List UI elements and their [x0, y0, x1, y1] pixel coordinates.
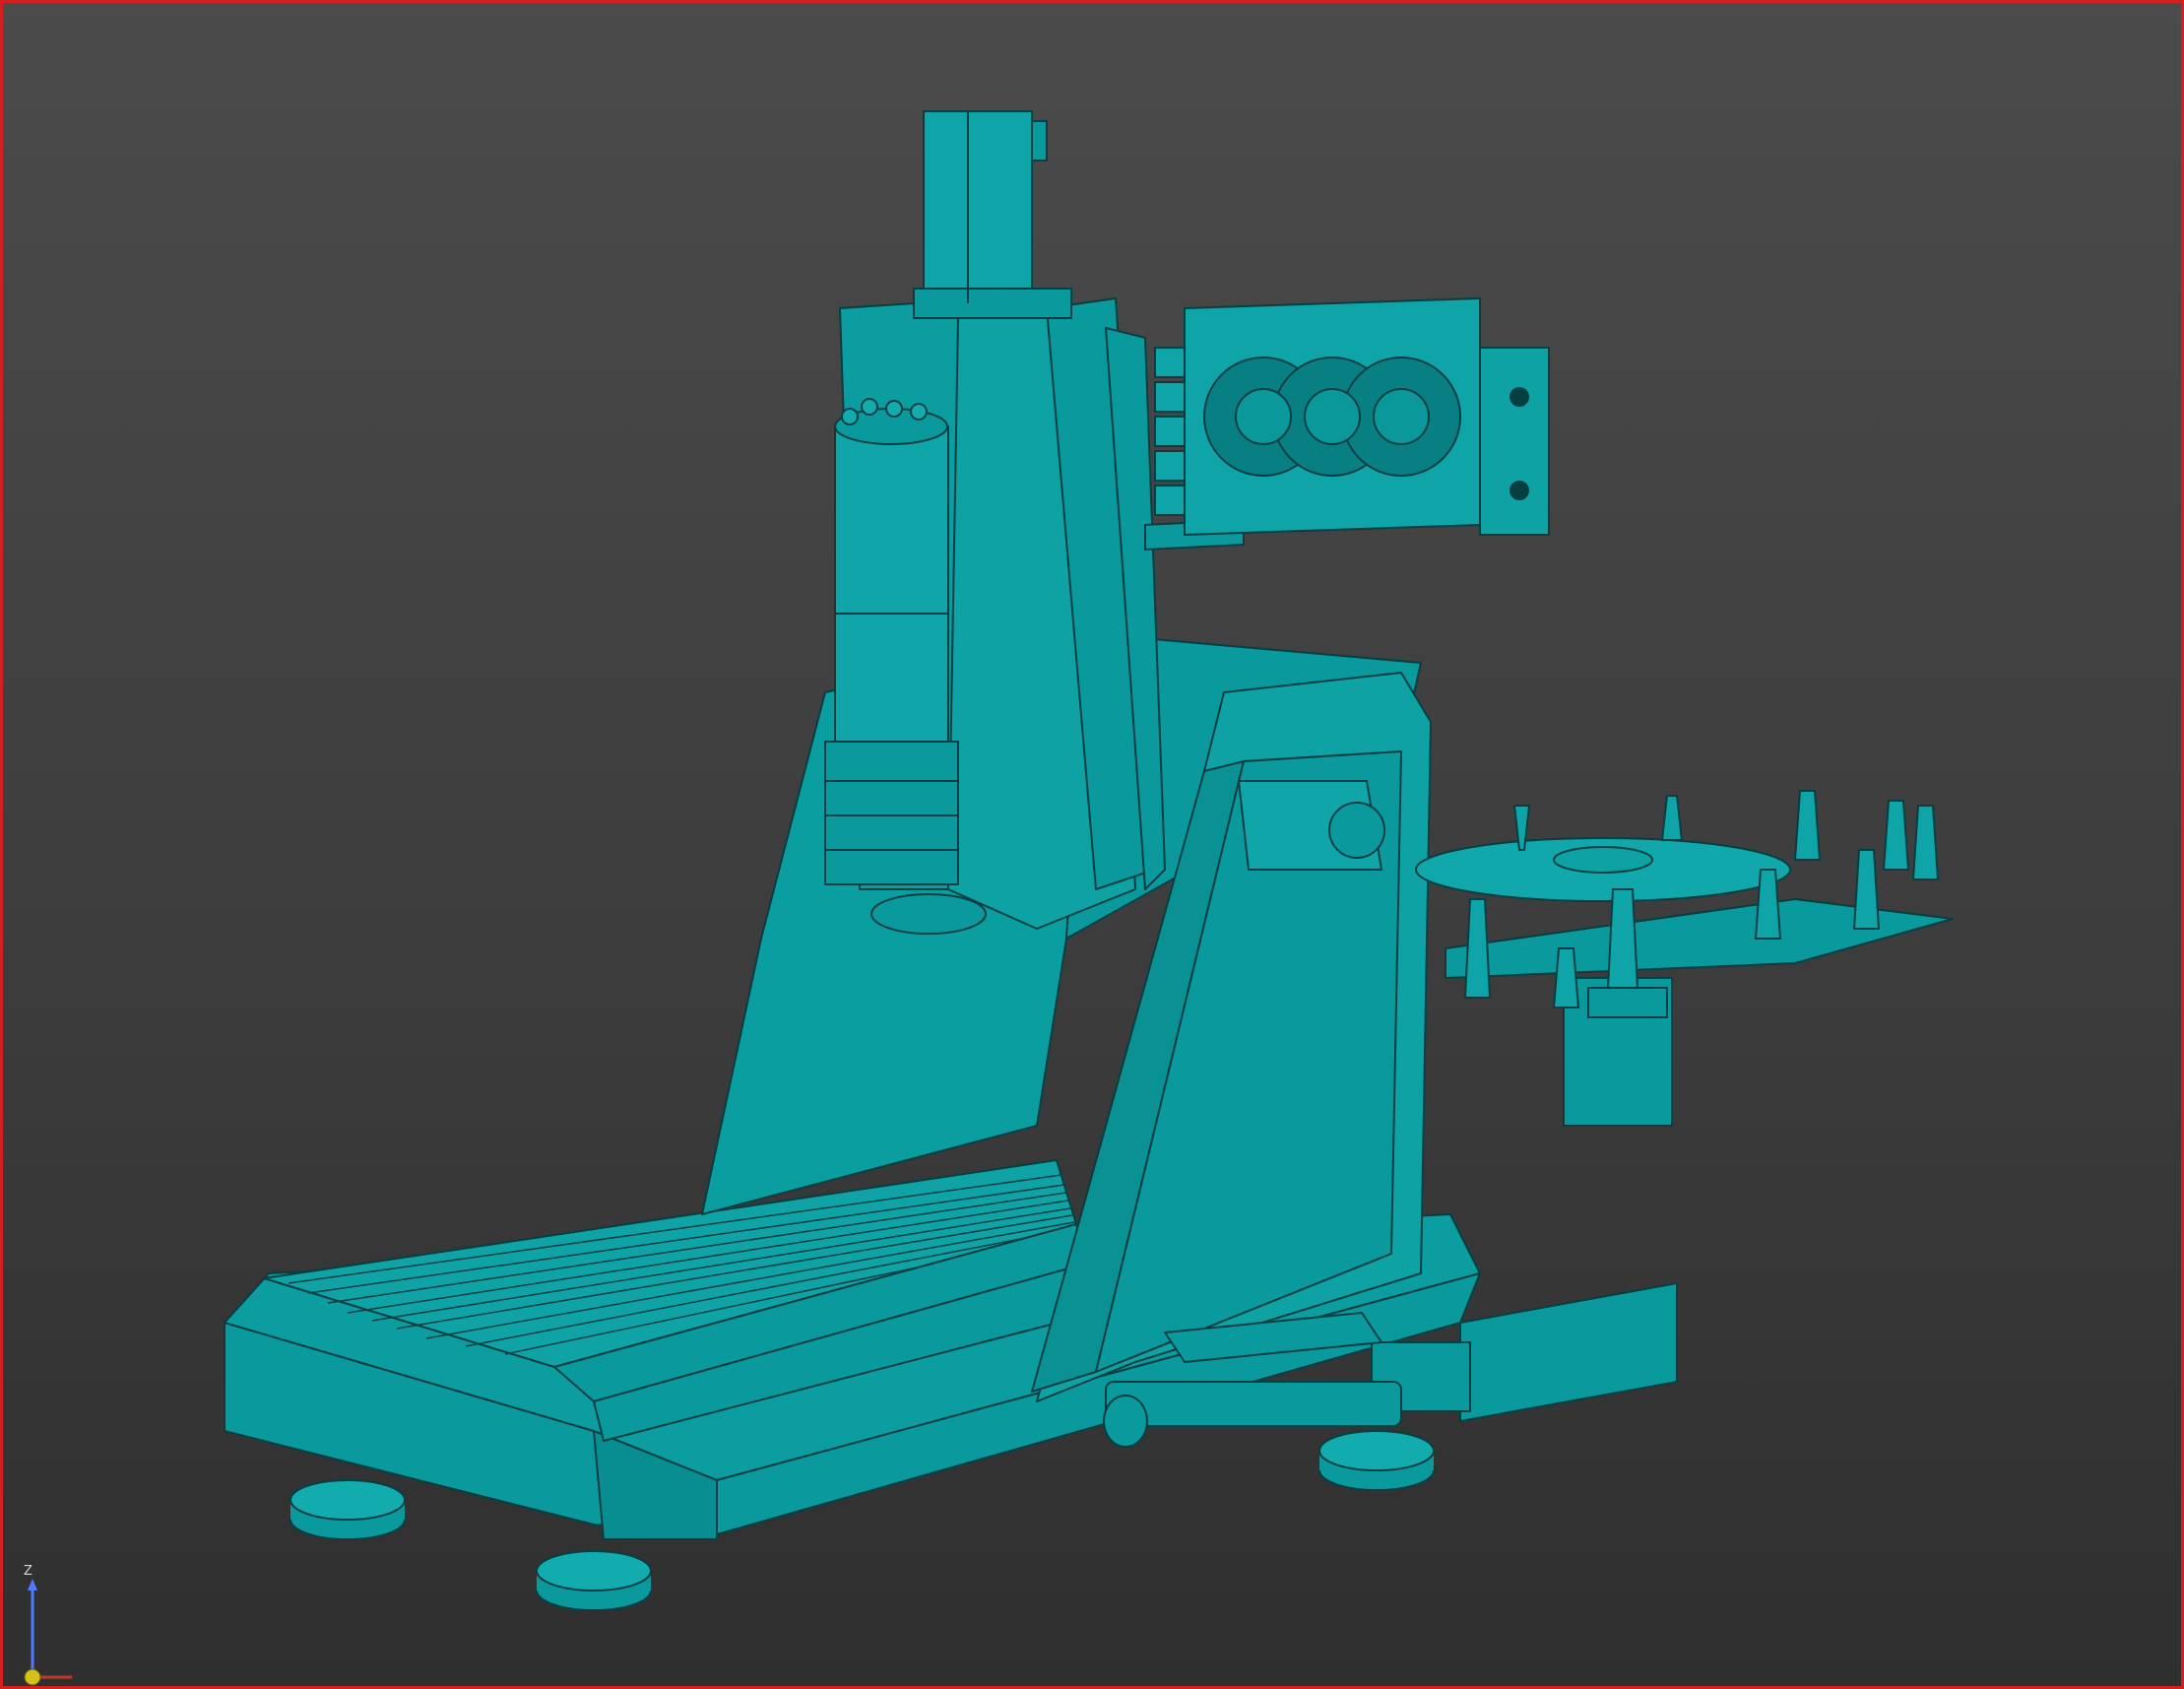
leveling-foot-3 [1318, 1430, 1435, 1491]
x-axis-motor [1238, 780, 1385, 871]
cnc-machine-model[interactable] [3, 3, 2184, 1689]
axis-triad-icon [24, 1579, 72, 1686]
leveling-foot-2 [536, 1550, 652, 1611]
leveling-foot-1 [289, 1479, 406, 1540]
z-axis-stepper-motor [913, 110, 1072, 319]
z-axis-label: Z [24, 1564, 32, 1579]
3d-viewport[interactable] [0, 0, 2184, 1689]
cooling-fan-bank [1144, 297, 1550, 551]
